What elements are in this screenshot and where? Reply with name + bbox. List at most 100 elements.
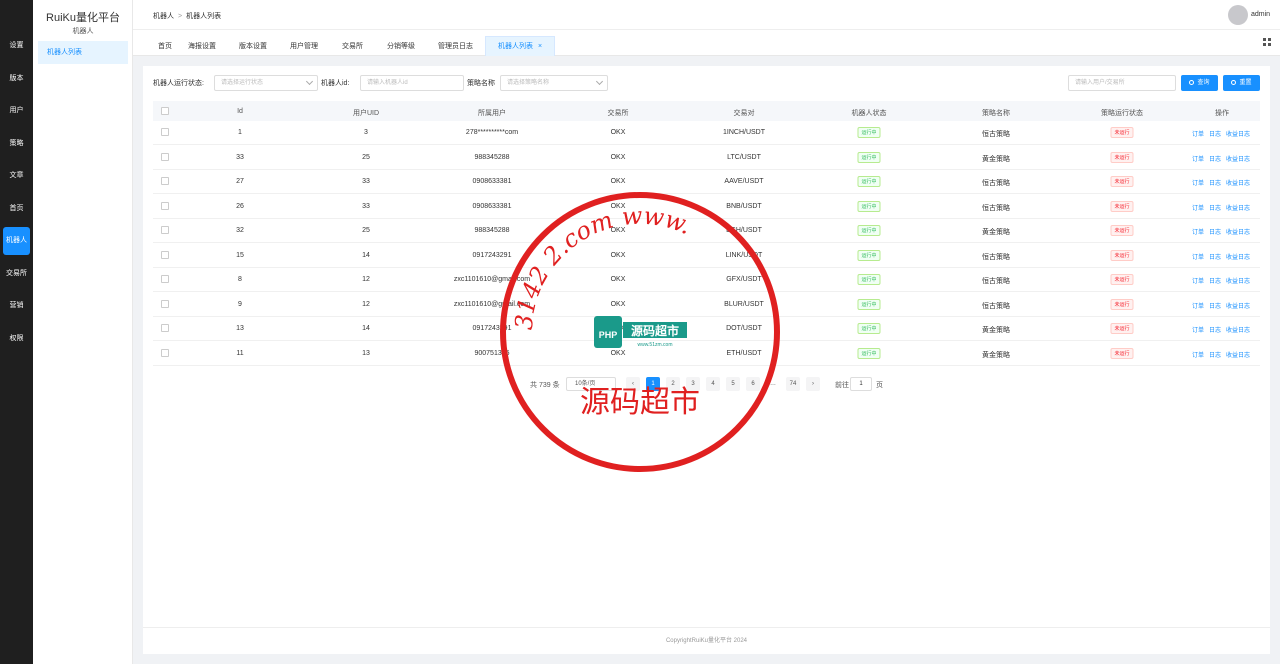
goto-page-input[interactable]: 1 [850, 377, 872, 391]
orders-link[interactable]: 订单 [1192, 304, 1204, 310]
profit-log-link[interactable]: 收益日志 [1226, 279, 1250, 285]
nav-item-permissions[interactable]: 权限 [0, 325, 33, 353]
nav-item-users[interactable]: 用户 [0, 97, 33, 125]
profit-log-link[interactable]: 收益日志 [1226, 181, 1250, 187]
nav-item-home[interactable]: 首页 [0, 195, 33, 223]
nav-item-exchange[interactable]: 交易所 [0, 260, 33, 288]
row-checkbox[interactable] [161, 275, 169, 283]
page-ellipsis[interactable]: … [766, 377, 780, 391]
tab-exchange[interactable]: 交易所 [342, 37, 363, 56]
orders-link[interactable]: 订单 [1192, 279, 1204, 285]
row-checkbox[interactable] [161, 152, 169, 161]
col-user: 所属用户 [478, 110, 506, 117]
profit-log-link[interactable]: 收益日志 [1226, 157, 1250, 163]
status-select[interactable]: 请选择运行状态 [214, 75, 318, 91]
prev-page-button[interactable]: ‹ [626, 377, 640, 391]
user-name[interactable]: admin [1251, 11, 1270, 18]
nav-item-marketing[interactable]: 营销 [0, 292, 33, 320]
log-link[interactable]: 日志 [1209, 157, 1221, 163]
orders-link[interactable]: 订单 [1192, 206, 1204, 212]
orders-link[interactable]: 订单 [1192, 157, 1204, 163]
cell-exchange: OKX [610, 349, 626, 357]
log-link[interactable]: 日志 [1209, 181, 1221, 187]
tab-robot-list[interactable]: 机器人列表 × [485, 36, 556, 56]
log-link[interactable]: 日志 [1209, 328, 1221, 334]
orders-link[interactable]: 订单 [1192, 132, 1204, 138]
orders-link[interactable]: 订单 [1192, 181, 1204, 187]
profit-log-link[interactable]: 收益日志 [1226, 132, 1250, 138]
row-checkbox[interactable] [161, 324, 169, 332]
cell-pair: GFX/USDT [726, 276, 762, 283]
page-74[interactable]: 74 [786, 377, 800, 391]
profit-log-link[interactable]: 收益日志 [1226, 353, 1250, 359]
cell-user: 988345288 [474, 227, 510, 234]
profit-log-link[interactable]: 收益日志 [1226, 206, 1250, 212]
breadcrumb-item-robots[interactable]: 机器人 [153, 13, 174, 20]
tab-version-settings[interactable]: 版本设置 [239, 37, 267, 56]
page-2[interactable]: 2 [666, 377, 680, 391]
orders-link[interactable]: 订单 [1192, 328, 1204, 334]
nav-item-strategy[interactable]: 策略 [0, 130, 33, 158]
sidebar-item-robot-list[interactable]: 机器人列表 [38, 41, 128, 64]
row-checkbox[interactable] [161, 177, 169, 185]
cell-pair: 1INCH/USDT [722, 129, 766, 136]
row-checkbox[interactable] [161, 226, 169, 234]
log-link[interactable]: 日志 [1209, 230, 1221, 236]
tab-admin-log[interactable]: 管理员日志 [438, 37, 473, 56]
col-actions: 操作 [1215, 110, 1229, 117]
nav-item-robots[interactable]: 机器人 [3, 227, 30, 255]
row-checkbox[interactable] [161, 250, 169, 259]
next-page-button[interactable]: › [806, 377, 820, 391]
tab-poster-settings[interactable]: 海报设置 [188, 37, 216, 56]
cell-uid: 12 [362, 276, 370, 283]
close-icon[interactable]: × [538, 43, 542, 50]
cell-id: 32 [236, 227, 244, 234]
log-link[interactable]: 日志 [1209, 255, 1221, 261]
profit-log-link[interactable]: 收益日志 [1226, 304, 1250, 310]
robot-status-badge: 运行中 [857, 298, 881, 310]
row-checkbox[interactable] [161, 201, 169, 210]
log-link[interactable]: 日志 [1209, 206, 1221, 212]
profit-log-link[interactable]: 收益日志 [1226, 255, 1250, 261]
page-3[interactable]: 3 [686, 377, 700, 391]
tab-user-management[interactable]: 用户管理 [290, 37, 318, 56]
user-search-input[interactable]: 请输入用户/交易所 [1068, 75, 1176, 91]
select-all-checkbox[interactable] [161, 107, 169, 115]
breadcrumb: 机器人 > 机器人列表 [153, 11, 221, 21]
chevron-down-icon [595, 77, 604, 86]
avatar[interactable] [1228, 5, 1248, 25]
log-link[interactable]: 日志 [1209, 304, 1221, 310]
cell-pair: ETH/USDT [726, 349, 762, 357]
col-pair: 交易对 [733, 110, 755, 117]
page-4[interactable]: 4 [706, 377, 720, 391]
grid-icon[interactable] [1263, 38, 1271, 46]
log-link[interactable]: 日志 [1209, 279, 1221, 285]
page-6[interactable]: 6 [746, 377, 760, 391]
reset-button[interactable]: 重置 [1223, 75, 1260, 91]
nav-item-settings[interactable]: 设置 [0, 32, 33, 60]
table-row: 33 25 988345288 OKX LTC/USDT 黄金策略 运行中 未运行 订单 日志 收益… [153, 146, 1260, 170]
row-checkbox[interactable] [161, 348, 169, 357]
log-link[interactable]: 日志 [1209, 353, 1221, 359]
page-5[interactable]: 5 [726, 377, 740, 391]
nav-item-version[interactable]: 版本 [0, 65, 33, 93]
orders-link[interactable]: 订单 [1192, 353, 1204, 359]
row-checkbox[interactable] [161, 299, 169, 308]
table-row: 26 33 0908633381 OKX BNB/USDT 恒古策略 运行中 未运行 订单 日志收… [153, 195, 1260, 219]
profit-log-link[interactable]: 收益日志 [1226, 230, 1250, 236]
robot-id-input[interactable]: 请输入机器人id [360, 75, 464, 91]
orders-link[interactable]: 订单 [1192, 255, 1204, 261]
search-button[interactable]: 查询 [1181, 75, 1218, 91]
page-1[interactable]: 1 [646, 377, 660, 391]
strategy-select[interactable]: 请选择策略名称 [500, 75, 608, 91]
profit-log-link[interactable]: 收益日志 [1226, 328, 1250, 334]
tab-home[interactable]: 首页 [158, 37, 172, 56]
log-link[interactable]: 日志 [1209, 132, 1221, 138]
cell-pair: BLUR/USDT [724, 300, 764, 308]
cell-user: 900751395 [474, 349, 510, 357]
nav-item-articles[interactable]: 文章 [0, 162, 33, 190]
page-size-select[interactable]: 10条/页 [566, 377, 616, 391]
tab-distribution-level[interactable]: 分销等级 [387, 37, 415, 56]
orders-link[interactable]: 订单 [1192, 230, 1204, 236]
row-checkbox[interactable] [161, 128, 169, 136]
